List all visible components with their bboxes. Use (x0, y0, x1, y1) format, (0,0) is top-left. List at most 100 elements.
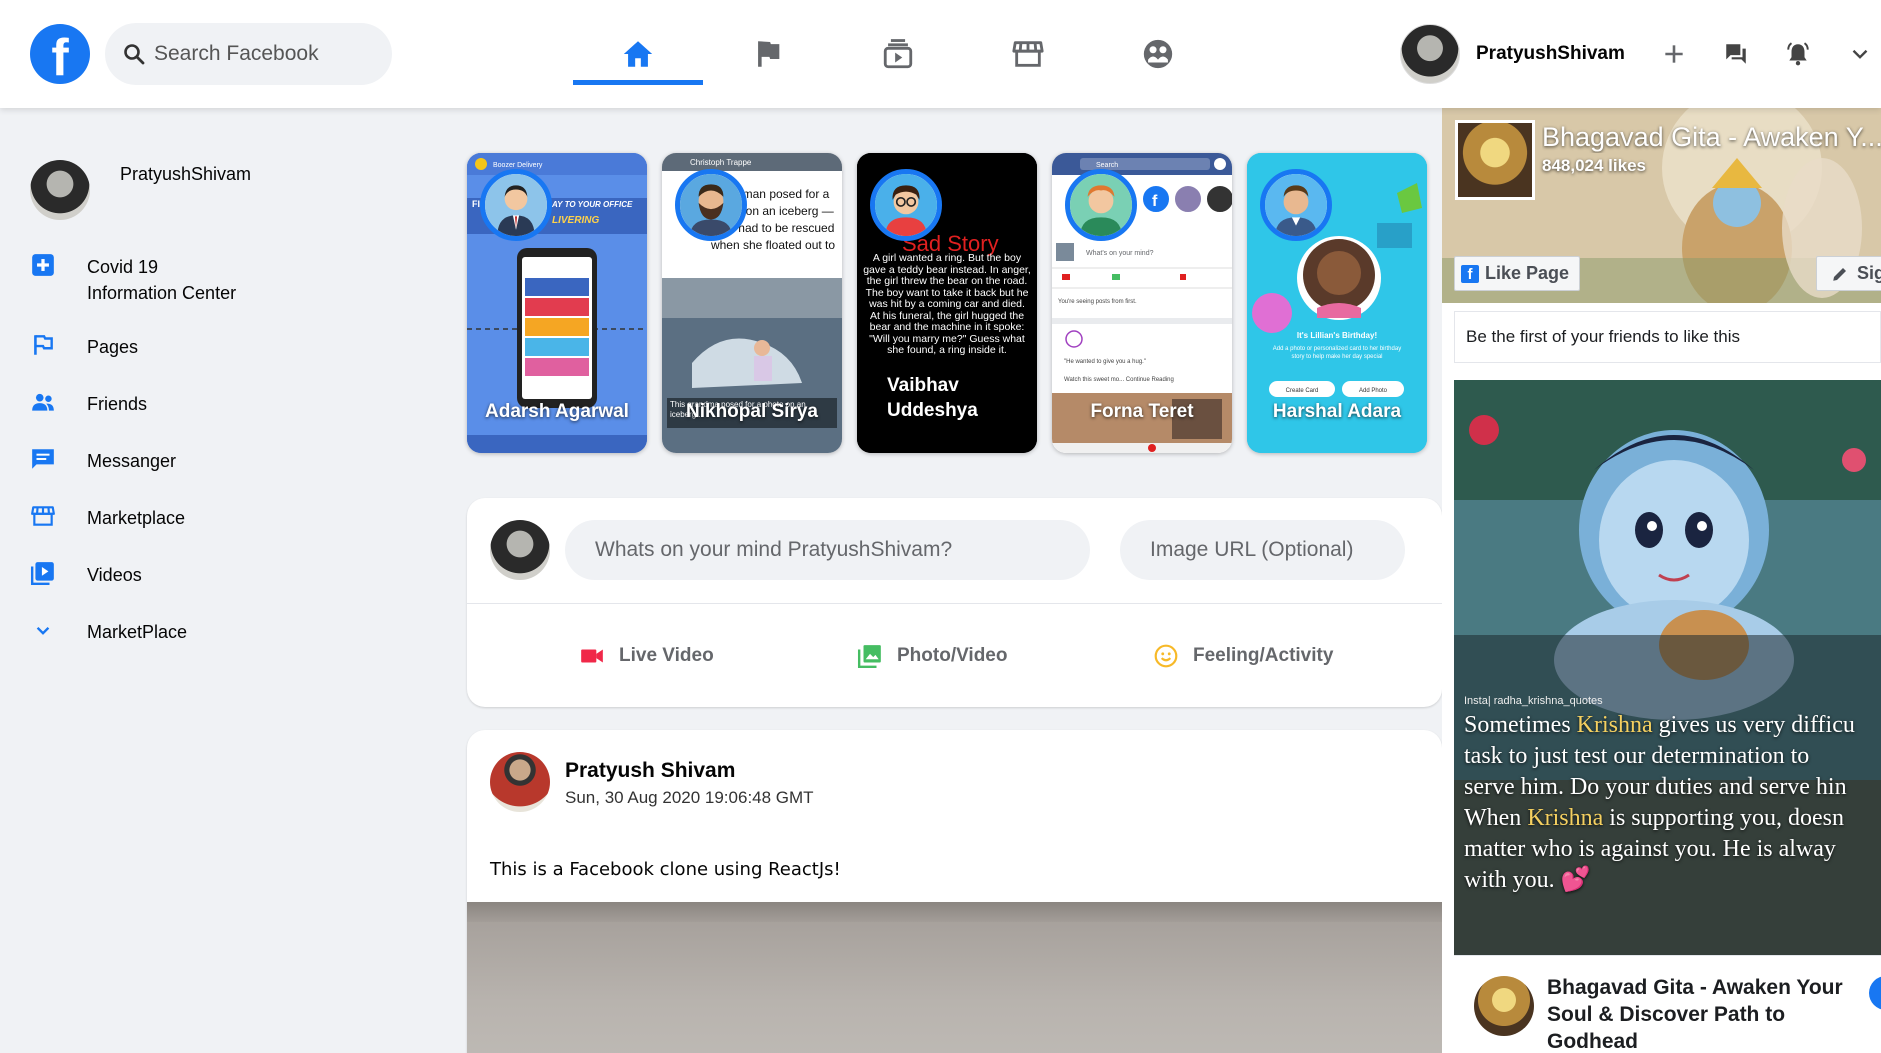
sidebar-item-friends[interactable]: Friends (30, 389, 147, 415)
page-title[interactable]: Bhagavad Gita - Awaken Y... (1542, 122, 1881, 153)
create-button[interactable] (1643, 30, 1705, 78)
avatar[interactable] (490, 752, 550, 812)
sidebar-item-label: Videos (87, 565, 142, 585)
story-card[interactable]: Boozer Delivery FI AY TO YOUR OFFICE LIV… (467, 153, 647, 453)
quote-part: gives us very difficu (1652, 712, 1855, 738)
story4-quote: "He wanted to give you a hug." (1064, 359, 1146, 365)
avatar-illustration-icon (680, 174, 742, 236)
tab-watch[interactable] (833, 0, 963, 108)
forum-icon (1726, 44, 1746, 64)
quote-line: serve him. Do your duties and serve hin (1464, 772, 1881, 803)
header-account-area: PratyushShivam (1400, 22, 1881, 86)
sign-up-label: Sig (1857, 263, 1881, 283)
photo-video-button[interactable]: Photo/Video (857, 643, 1007, 669)
page-likes-count: 848,024 likes (1542, 156, 1646, 175)
quote-line: When Krishna is supporting you, doesn (1464, 803, 1881, 834)
sidebar-item-videos[interactable]: Videos (30, 560, 142, 586)
story5-title: It's Lillian's Birthday! (1297, 331, 1377, 340)
search-input[interactable] (154, 42, 374, 66)
sidebar-item-pages[interactable]: Pages (30, 332, 138, 358)
page-thumbnail[interactable] (1455, 120, 1535, 200)
sidebar-item-label: Friends (87, 394, 148, 414)
store-icon (1012, 41, 1044, 67)
story-author-name: Nikhopal Sirya (686, 401, 818, 422)
quote-part: matter who is against you. He is alway (1464, 836, 1836, 862)
tab-groups[interactable] (1093, 0, 1223, 108)
story2-header: Christoph Trappe (690, 158, 752, 167)
story-card[interactable]: It's Lillian's Birthday! Add a photo or … (1247, 153, 1427, 453)
like-page-button[interactable]: f Like Page (1454, 256, 1581, 291)
videocam-icon (581, 649, 603, 663)
avatar-illustration-icon (1070, 174, 1132, 236)
tab-marketplace[interactable] (963, 0, 1093, 108)
story-avatar (1065, 169, 1137, 241)
messenger-button[interactable] (1705, 30, 1767, 78)
post-image[interactable] (467, 902, 1442, 1053)
header-user-name[interactable]: PratyushShivam (1476, 43, 1625, 65)
avatar-illustration-icon (485, 174, 547, 236)
sidebar-profile[interactable] (30, 160, 90, 220)
image-url-input[interactable] (1120, 520, 1405, 580)
sidebar-item-label: Covid 19 Information Center (87, 254, 236, 306)
post-text-input[interactable] (565, 520, 1090, 580)
page-cover[interactable]: Bhagavad Gita - Awaken Y... 848,024 like… (1442, 108, 1881, 303)
photo-library-icon (857, 645, 881, 669)
page-post-image[interactable]: Insta| radha_krishna_quotes Sometimes Kr… (1454, 380, 1881, 955)
photo-video-label: Photo/Video (897, 645, 1008, 666)
avatar[interactable] (30, 160, 90, 220)
feeling-activity-button[interactable]: Feeling/Activity (1153, 643, 1333, 669)
page-post-title[interactable]: Bhagavad Gita - Awaken Your Soul & Disco… (1547, 974, 1877, 1053)
story-avatar (480, 169, 552, 241)
sidebar-item-messanger[interactable]: Messanger (30, 446, 176, 472)
search-bar[interactable] (105, 23, 392, 85)
bell-icon (1787, 42, 1809, 66)
live-video-button[interactable]: Live Video (579, 643, 714, 669)
header-avatar[interactable] (1400, 24, 1460, 84)
story-card[interactable]: Christoph Trappe A woman posed for a pho… (662, 153, 842, 453)
avatar (490, 520, 550, 580)
story5-sub: Add a photo or personalized card to her … (1272, 346, 1402, 360)
quote-text: Sometimes Krishna gives us very difficu … (1464, 710, 1881, 896)
like-page-label: Like Page (1485, 263, 1570, 283)
feed-post: Pratyush Shivam Sun, 30 Aug 2020 19:06:4… (467, 730, 1442, 1053)
chevron-down-icon (36, 626, 50, 635)
story-author-last: Uddeshya (887, 400, 978, 421)
tab-home[interactable] (573, 0, 703, 108)
story1-banner-sub: LIVERING (552, 215, 599, 226)
sign-up-button[interactable]: Sig (1816, 256, 1881, 291)
avatar[interactable] (1474, 976, 1534, 1036)
story-card[interactable]: Sad Story A girl wanted a ring. But the … (857, 153, 1037, 453)
page-post-footer: Bhagavad Gita - Awaken Your Soul & Disco… (1454, 955, 1881, 1053)
quote-part: serve him. Do your duties and serve hin (1464, 774, 1847, 800)
avatar-illustration-icon (875, 174, 937, 236)
facebook-logo-icon[interactable]: f (30, 24, 90, 84)
quote-line: Sometimes Krishna gives us very difficu (1464, 710, 1881, 741)
instagram-tag: Insta| radha_krishna_quotes (1464, 695, 1603, 707)
chevron-down-icon (1852, 49, 1868, 59)
story1-banner-right: AY TO YOUR OFFICE (551, 200, 633, 209)
quote-highlight: Krishna (1527, 805, 1604, 831)
account-menu-button[interactable] (1829, 30, 1881, 78)
sidebar-item-more-marketplace[interactable]: MarketPlace (30, 617, 187, 643)
sidebar-item-covid[interactable]: Covid 19 Information Center (30, 252, 236, 303)
story4-watch: Watch this sweet mo... Continue Reading (1064, 377, 1174, 383)
flag-icon (758, 41, 780, 67)
post-composer: Live Video Photo/Video Feeling/Activity (467, 498, 1442, 707)
post-author[interactable]: Pratyush Shivam (565, 759, 735, 783)
story-card[interactable]: Search f What's on your mind? You're see… (1052, 153, 1232, 453)
groups-icon (1143, 39, 1173, 69)
story-author-name: Vaibhav Uddeshya (887, 373, 1037, 423)
sidebar-item-marketplace[interactable]: Marketplace (30, 503, 185, 529)
story-author-name: Adarsh Agarwal (485, 401, 629, 422)
divider (467, 603, 1442, 604)
story4-search: Search (1096, 162, 1118, 169)
tab-pages[interactable] (703, 0, 833, 108)
svg-text:f: f (1152, 193, 1158, 210)
sidebar-item-label: Pages (87, 337, 139, 357)
video-library-icon (30, 562, 54, 586)
notifications-button[interactable] (1767, 30, 1829, 78)
flag-icon (34, 335, 53, 355)
main-nav (573, 0, 1223, 108)
sidebar-profile-name[interactable]: PratyushShivam (120, 164, 251, 185)
quote-line: task to just test our determination to (1464, 741, 1881, 772)
